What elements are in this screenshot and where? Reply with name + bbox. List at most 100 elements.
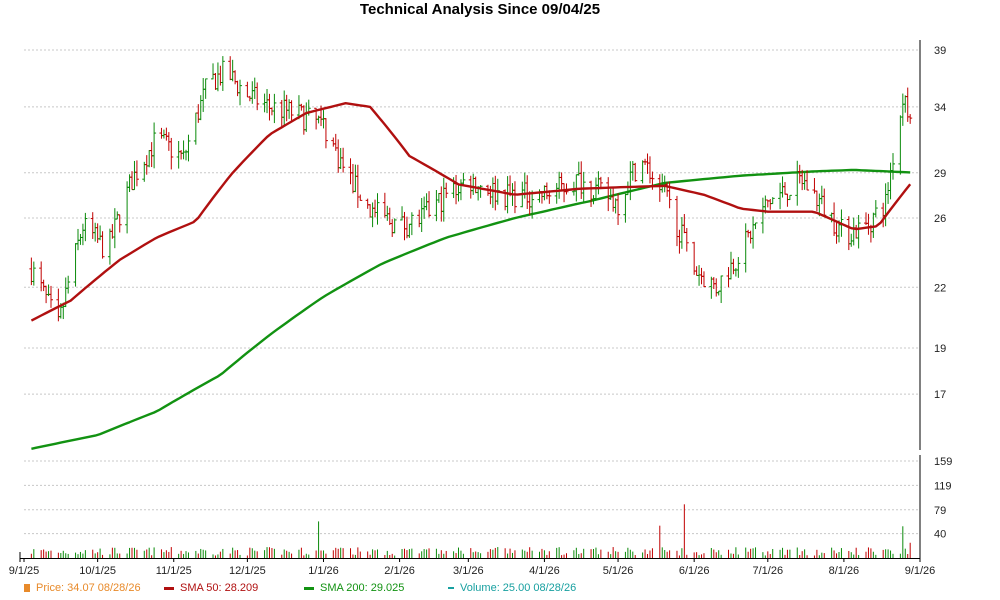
price-bar <box>694 266 699 276</box>
price-bar <box>834 221 839 244</box>
price-bar <box>802 172 807 190</box>
price-bar <box>473 176 478 194</box>
price-bar <box>647 156 652 184</box>
price-bar <box>355 164 360 208</box>
price-bar <box>458 179 463 201</box>
price-bar <box>78 233 83 245</box>
price-bar <box>365 198 370 209</box>
price-bar <box>719 275 724 304</box>
price-bar <box>73 243 78 287</box>
price-bar <box>186 134 191 162</box>
price-bar <box>233 70 238 85</box>
price-bar <box>866 213 871 235</box>
price-bar <box>645 153 650 174</box>
price-bar <box>230 59 235 82</box>
price-bar <box>890 153 895 180</box>
price-bar <box>402 211 407 241</box>
x-tick-label: 3/1/26 <box>453 565 484 577</box>
price-bar <box>279 99 284 128</box>
price-bar <box>512 181 517 214</box>
price-tick-label: 17 <box>934 389 946 401</box>
price-bar <box>665 182 670 197</box>
price-bar <box>461 172 466 186</box>
price-bar <box>289 100 294 123</box>
x-tick-label: 2/1/26 <box>384 565 415 577</box>
legend-volume-label: Volume: 25.00 08/28/26 <box>460 582 577 594</box>
technical-chart: 17 19 22 26 29 34 39 40 79 119 159 9/1/25 10/1/25 11/… <box>9 40 952 577</box>
price-bar <box>657 174 662 202</box>
x-tick-label: 11/1/25 <box>156 565 192 577</box>
price-bar <box>144 155 149 175</box>
price-bar <box>392 218 397 234</box>
price-bar <box>169 137 174 170</box>
price-bar <box>152 122 157 169</box>
price-bar <box>31 261 36 286</box>
price-bar <box>456 185 461 202</box>
price-bar <box>427 191 432 218</box>
price-bar <box>726 267 731 288</box>
price-bar <box>368 204 373 218</box>
price-bar <box>871 212 876 238</box>
price-bar <box>76 228 81 251</box>
price-tick-label: 29 <box>934 168 946 180</box>
price-bar <box>613 198 618 214</box>
price-bar <box>488 185 493 205</box>
legend-sma50-label: SMA 50: 28.209 <box>180 582 259 594</box>
price-bar <box>80 223 85 246</box>
price-bar <box>908 114 913 124</box>
price-bar <box>407 223 412 238</box>
price-tick-label: 19 <box>934 343 946 355</box>
price-bar <box>596 171 601 195</box>
price-bar <box>753 222 758 230</box>
price-bar <box>179 150 184 160</box>
price-bar <box>736 257 741 278</box>
price-bar <box>554 183 559 204</box>
price-bar <box>856 214 861 249</box>
price-bar <box>797 164 802 184</box>
price-bar <box>886 182 891 204</box>
price-bar <box>692 241 697 275</box>
price-bar <box>331 137 336 147</box>
price-bar <box>422 196 427 219</box>
price-bar <box>93 222 98 242</box>
volume-tick-label: 159 <box>934 456 952 468</box>
price-bar <box>674 195 679 247</box>
price-bar <box>211 63 216 80</box>
price-bar <box>250 81 255 104</box>
price-bar <box>149 142 154 168</box>
x-tick-label: 5/1/26 <box>603 565 634 577</box>
price-bar <box>562 183 567 203</box>
price-bar <box>471 173 476 195</box>
price-bar <box>490 177 495 208</box>
price-bar <box>181 140 186 160</box>
grid-lines <box>24 49 920 535</box>
price-bar <box>115 211 120 220</box>
price-bar <box>731 258 736 275</box>
price-bar <box>220 56 225 91</box>
price-bar <box>29 257 34 286</box>
price-bar <box>301 105 306 135</box>
price-bar <box>441 177 446 222</box>
price-bar <box>245 81 250 98</box>
price-bar <box>375 193 380 225</box>
x-tick-label: 8/1/26 <box>829 565 860 577</box>
legend-sma50-swatch <box>164 586 174 590</box>
price-tick-label: 34 <box>934 102 946 114</box>
price-bar <box>390 219 395 237</box>
legend-sma200-swatch <box>304 586 314 590</box>
price-bar <box>746 229 751 238</box>
price-bar <box>748 230 753 244</box>
price-bar <box>598 176 603 188</box>
price-bar <box>83 212 88 242</box>
price-bar <box>282 90 287 126</box>
price-bar <box>454 174 459 205</box>
price-bar <box>589 180 594 207</box>
price-bar <box>117 214 122 233</box>
volume-tick-label: 119 <box>934 480 952 492</box>
price-bar <box>132 160 137 191</box>
price-bar <box>743 223 748 273</box>
price-bar <box>525 175 530 209</box>
price-bar <box>778 182 783 210</box>
price-bar <box>888 162 893 200</box>
price-tick-label: 22 <box>934 282 946 294</box>
